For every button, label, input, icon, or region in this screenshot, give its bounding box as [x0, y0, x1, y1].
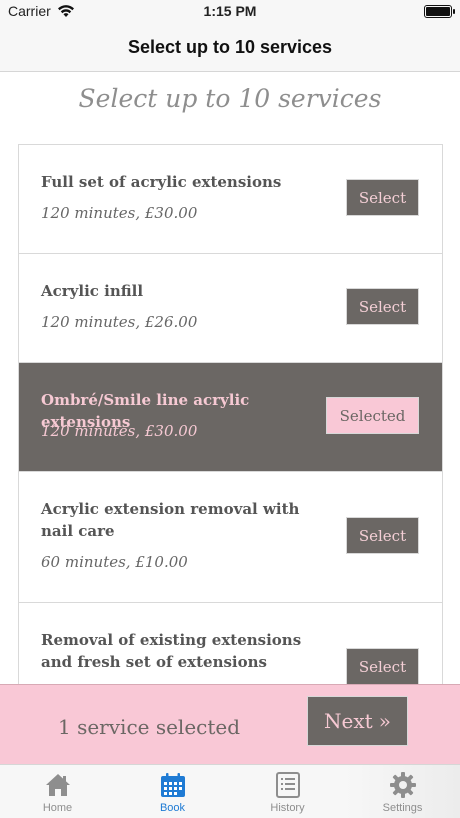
- selected-button[interactable]: Selected: [326, 397, 419, 434]
- select-button[interactable]: Select: [346, 648, 419, 684]
- selection-count-text: 1 service selected: [58, 715, 241, 739]
- service-name: Removal of existing extensions and fresh…: [41, 631, 302, 671]
- status-bar: Carrier 1:15 PM: [0, 0, 460, 24]
- nav-title: Select up to 10 services: [127, 37, 333, 57]
- service-row[interactable]: Removal of existing extensions and fresh…: [19, 603, 442, 684]
- calendar-icon: [160, 773, 185, 797]
- next-button[interactable]: Next »: [307, 696, 408, 746]
- gear-icon: [389, 772, 416, 798]
- tab-settings[interactable]: Settings: [345, 765, 460, 818]
- service-row[interactable]: Acrylic infill 120 minutes, £26.00 Selec…: [19, 254, 442, 363]
- select-button[interactable]: Select: [346, 517, 419, 554]
- service-row-selected[interactable]: Ombré/Smile line acrylic extensions 120 …: [19, 363, 442, 472]
- battery-icon: [424, 5, 455, 18]
- tab-label: Settings: [382, 802, 423, 814]
- select-button[interactable]: Select: [346, 288, 419, 325]
- service-name: Acrylic infill: [41, 282, 144, 300]
- tab-book[interactable]: Book: [115, 765, 230, 818]
- service-name: Acrylic extension removal with nail care: [41, 500, 300, 540]
- next-button-label: Next: [324, 709, 373, 733]
- selection-summary-bar: 1 service selected Next »: [0, 684, 460, 764]
- tab-home[interactable]: Home: [0, 765, 115, 818]
- list-icon: [275, 772, 300, 798]
- service-name: Full set of acrylic extensions: [41, 173, 282, 191]
- service-duration-price: 120 minutes, £30.00: [41, 422, 198, 440]
- page-heading: Select up to 10 services: [78, 84, 382, 113]
- tab-bar: Home Book History Settings: [0, 764, 460, 818]
- tab-label: Book: [159, 802, 186, 814]
- double-chevron-right-icon: »: [378, 709, 391, 733]
- service-row[interactable]: Full set of acrylic extensions 120 minut…: [19, 145, 442, 254]
- service-duration-price: 120 minutes, £30.00: [41, 204, 198, 222]
- tab-history[interactable]: History: [230, 765, 345, 818]
- status-time: 1:15 PM: [203, 3, 257, 19]
- service-duration-price: 60 minutes, £10.00: [41, 553, 188, 571]
- service-list[interactable]: Full set of acrylic extensions 120 minut…: [18, 144, 443, 684]
- tab-label: Home: [42, 802, 73, 814]
- service-row[interactable]: Acrylic extension removal with nail care…: [19, 472, 442, 603]
- home-icon: [45, 774, 70, 796]
- navigation-bar: Select up to 10 services: [0, 24, 460, 72]
- select-button[interactable]: Select: [346, 179, 419, 216]
- tab-label: History: [270, 802, 305, 814]
- service-duration-price: 120 minutes, £26.00: [41, 313, 198, 331]
